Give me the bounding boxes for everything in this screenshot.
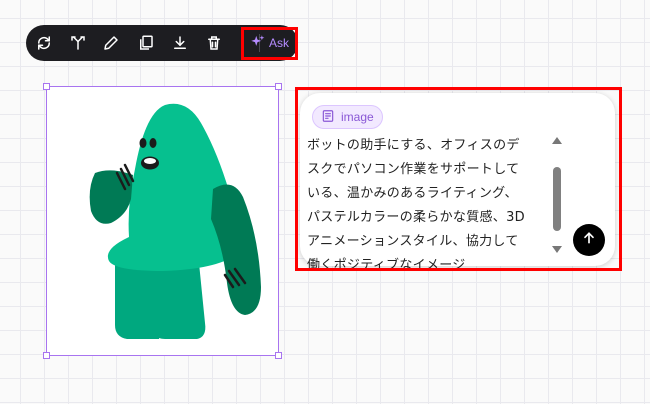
- resize-handle-top-right[interactable]: [275, 83, 282, 90]
- trash-icon[interactable]: [204, 33, 224, 53]
- selected-image[interactable]: [43, 83, 282, 359]
- pencil-icon[interactable]: [101, 33, 121, 53]
- resize-handle-bottom-right[interactable]: [275, 352, 282, 359]
- green-character-illustration: [89, 103, 261, 339]
- ask-highlight-box: [241, 27, 298, 60]
- expand-icon[interactable]: [68, 33, 88, 53]
- copy-icon[interactable]: [136, 33, 156, 53]
- download-icon[interactable]: [170, 33, 190, 53]
- resize-handle-bottom-left[interactable]: [43, 352, 50, 359]
- prompt-panel-highlight-box: [295, 87, 622, 271]
- refresh-icon[interactable]: [34, 33, 54, 53]
- resize-handle-top-left[interactable]: [43, 83, 50, 90]
